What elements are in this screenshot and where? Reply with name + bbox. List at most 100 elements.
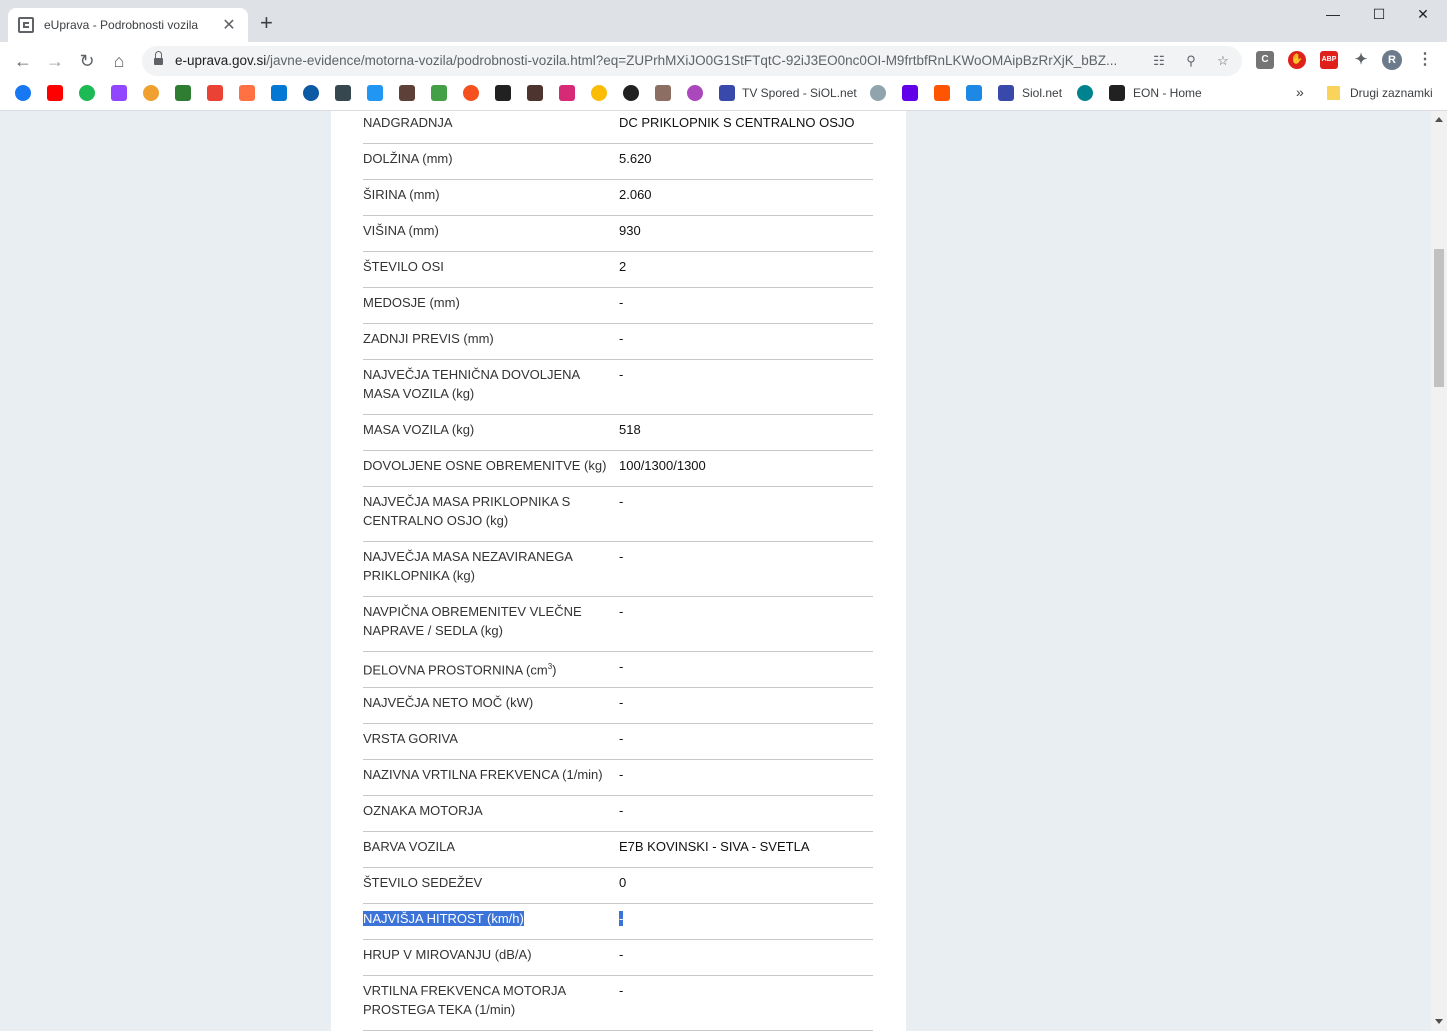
bookmark-16-icon[interactable]	[495, 85, 511, 101]
new-tab-button[interactable]: +	[260, 12, 273, 34]
forward-arrow-icon[interactable]: →	[44, 50, 66, 72]
row-label-suffix: )	[552, 662, 557, 678]
row-value: -	[619, 801, 869, 820]
row-value: -	[619, 909, 869, 928]
other-bookmarks[interactable]: Drugi zaznamki	[1350, 86, 1433, 100]
gmail-icon[interactable]	[207, 85, 223, 101]
bookmark-21-icon[interactable]	[655, 85, 671, 101]
edge-icon[interactable]	[303, 85, 319, 101]
bookmark-8-icon[interactable]	[239, 85, 255, 101]
car-icon[interactable]	[175, 85, 191, 101]
row-label: MASA VOZILA (kg)	[363, 420, 608, 439]
scroll-thumb[interactable]	[1434, 249, 1444, 387]
row-label-text: NAJVEČJA TEHNIČNA DOVOLJENA MASA VOZILA …	[363, 367, 580, 401]
menu-kebab-icon[interactable]: ⋮	[1416, 51, 1434, 69]
row-label-text: ŠIRINA (mm)	[363, 187, 440, 202]
row-value: -	[619, 693, 869, 712]
spotify-icon[interactable]	[79, 85, 95, 101]
outlook-icon[interactable]	[271, 85, 287, 101]
bookmark-eon[interactable]: EON - Home	[1133, 86, 1202, 100]
row-label-text: NAZIVNA VRTILNA FREKVENCA (1/min)	[363, 767, 603, 782]
stop-extension-icon[interactable]: ✋	[1288, 51, 1306, 69]
row-label-text: BARVA VOZILA	[363, 839, 456, 854]
table-row: NAJVEČJA NETO MOČ (kW) -	[363, 688, 873, 724]
more-bookmarks-icon[interactable]: »	[1296, 84, 1304, 100]
row-label-text: NADGRADNJA	[363, 115, 453, 130]
row-value: -	[619, 602, 869, 621]
row-label: DELOVNA PROSTORNINA (cm3)	[363, 657, 608, 679]
bookmark-14-icon[interactable]	[431, 85, 447, 101]
table-row: NAJVEČJA TEHNIČNA DOVOLJENA MASA VOZILA …	[363, 360, 873, 415]
maximize-icon[interactable]: ☐	[1356, 6, 1402, 28]
row-label-text: ZADNJI PREVIS (mm)	[363, 331, 494, 346]
lock-icon[interactable]	[154, 51, 163, 66]
siol-net-icon[interactable]	[998, 85, 1014, 101]
row-label: ZADNJI PREVIS (mm)	[363, 329, 608, 348]
bookmark-13-icon[interactable]	[399, 85, 415, 101]
bookmark-22-icon[interactable]	[687, 85, 703, 101]
url-host: e-uprava.gov.si	[175, 53, 267, 68]
vertical-scrollbar[interactable]	[1431, 111, 1447, 1031]
bookmark-27-icon[interactable]	[966, 85, 982, 101]
row-value: -	[619, 547, 869, 566]
siol-icon[interactable]	[719, 85, 735, 101]
row-label: DOLŽINA (mm)	[363, 149, 608, 168]
table-row: HRUP V MIROVANJU (dB/A) -	[363, 940, 873, 976]
row-value: -	[619, 765, 869, 784]
bookmark-star-icon[interactable]: ☆	[1214, 52, 1232, 70]
back-arrow-icon[interactable]: ←	[12, 50, 34, 72]
row-label: NAVPIČNA OBREMENITEV VLEČNE NAPRAVE / SE…	[363, 602, 608, 640]
instagram-icon[interactable]	[559, 85, 575, 101]
bookmark-24-icon[interactable]	[870, 85, 886, 101]
row-value: -	[619, 293, 869, 312]
table-row: VIŠINA (mm) 930	[363, 216, 873, 252]
facebook-icon[interactable]	[15, 85, 31, 101]
url-text[interactable]: e-uprava.gov.si/javne-evidence/motorna-v…	[175, 53, 1135, 68]
adblock-icon[interactable]: ABP	[1320, 51, 1338, 69]
extension-c-icon[interactable]: C	[1256, 51, 1274, 69]
eon-icon[interactable]	[1109, 85, 1125, 101]
row-value-text: 2	[619, 259, 627, 274]
bookmark-tv-spored[interactable]: TV Spored - SiOL.net	[742, 86, 857, 100]
translate-icon[interactable]: ☷	[1150, 52, 1168, 70]
row-label-text: VIŠINA (mm)	[363, 223, 439, 238]
home-icon[interactable]: ⌂	[108, 50, 130, 72]
soundcloud-icon[interactable]	[934, 85, 950, 101]
bookmark-17-icon[interactable]	[527, 85, 543, 101]
row-value: DC PRIKLOPNIK S CENTRALNO OSJO	[619, 113, 869, 132]
row-label-text: MASA VOZILA (kg)	[363, 422, 475, 437]
tab-close-icon[interactable]: ✕	[220, 15, 238, 35]
bookmark-m-icon[interactable]	[902, 85, 918, 101]
bookmark-siol[interactable]: Siol.net	[1022, 86, 1062, 100]
row-value-text: -	[619, 659, 624, 674]
address-bar[interactable]: e-uprava.gov.si/javne-evidence/motorna-v…	[142, 46, 1242, 76]
row-value: 2.060	[619, 185, 869, 204]
window-close-icon[interactable]: ✕	[1400, 6, 1446, 28]
reload-icon[interactable]: ↻	[76, 50, 98, 72]
scroll-down-icon[interactable]	[1435, 1019, 1443, 1024]
row-label: NADGRADNJA	[363, 113, 608, 132]
extensions-puzzle-icon[interactable]: ✦	[1352, 51, 1370, 69]
folder-icon[interactable]	[1327, 86, 1340, 100]
bookmark-19-icon[interactable]	[591, 85, 607, 101]
bookmark-11-icon[interactable]	[335, 85, 351, 101]
active-tab[interactable]: eUprava - Podrobnosti vozila ✕	[8, 8, 248, 42]
page-viewport: NADGRADNJA DC PRIKLOPNIK S CENTRALNO OSJO…	[0, 111, 1431, 1031]
row-value-text: -	[619, 494, 624, 509]
scroll-up-icon[interactable]	[1435, 117, 1443, 122]
bookmark-12-icon[interactable]	[367, 85, 383, 101]
profile-avatar[interactable]: R	[1382, 50, 1402, 70]
bookmark-29-icon[interactable]	[1077, 85, 1093, 101]
twitch-icon[interactable]	[111, 85, 127, 101]
table-row: NAVPIČNA OBREMENITEV VLEČNE NAPRAVE / SE…	[363, 597, 873, 652]
euprava-favicon-icon	[18, 17, 34, 33]
starburst-icon[interactable]	[143, 85, 159, 101]
bookmark-20-icon[interactable]	[623, 85, 639, 101]
zoom-icon[interactable]: ⚲	[1182, 52, 1200, 70]
table-row: MEDOSJE (mm) -	[363, 288, 873, 324]
bookmark-15-icon[interactable]	[463, 85, 479, 101]
row-value-text: E7B KOVINSKI - SIVA - SVETLA	[619, 839, 810, 854]
youtube-icon[interactable]	[47, 85, 63, 101]
minimize-icon[interactable]: —	[1310, 6, 1356, 28]
row-label-text: DOLŽINA (mm)	[363, 151, 453, 166]
